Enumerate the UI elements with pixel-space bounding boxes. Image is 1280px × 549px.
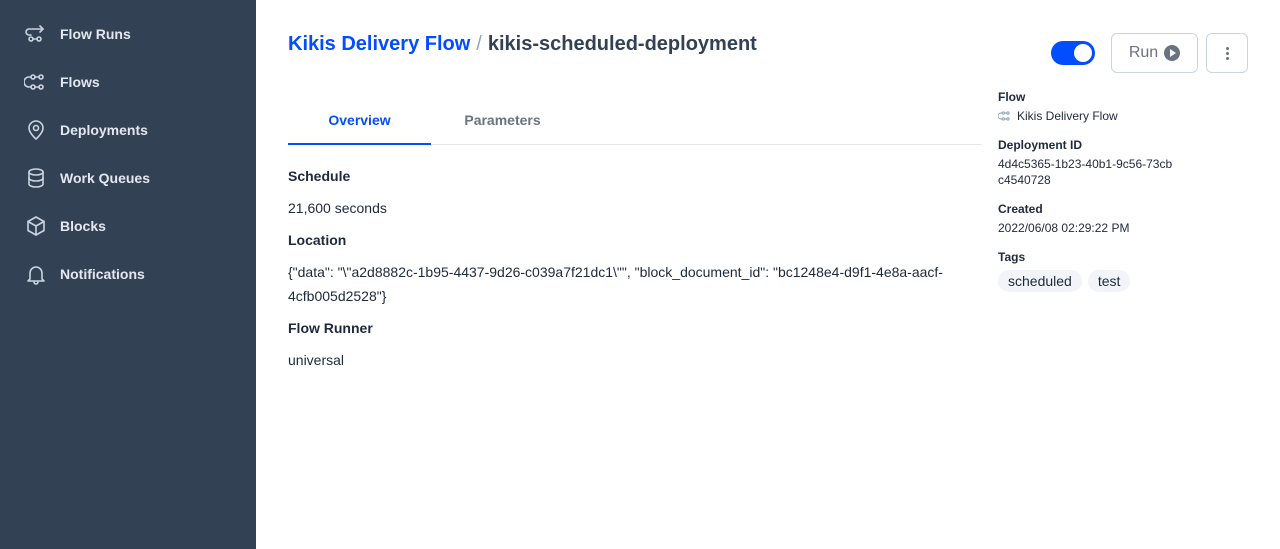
breadcrumb-separator: / — [476, 33, 482, 55]
sidebar-item-label: Notifications — [60, 266, 145, 282]
header-actions: Run — [1051, 33, 1248, 73]
location-value: {"data": "\"a2d8882c-1b95-4437-9d26-c039… — [288, 264, 943, 304]
tag-badge: scheduled — [998, 270, 1082, 292]
run-button-label: Run — [1128, 44, 1159, 61]
sidebar-item-label: Blocks — [60, 218, 106, 234]
flow-runner-label: Flow Runner — [288, 320, 373, 336]
created-value: 2022/06/08 02:29:22 PM — [998, 221, 1130, 235]
sidebar-item-label: Deployments — [60, 122, 148, 138]
sidebar-item-work-queues[interactable]: Work Queues — [0, 154, 256, 202]
breadcrumb-flow-link[interactable]: Kikis Delivery Flow — [288, 33, 470, 55]
deployment-id-value: 4d4c5365-1b23-40b1-9c56-73cbc4540728 — [998, 157, 1173, 187]
sidebar-item-flows[interactable]: Flows — [0, 58, 256, 106]
tabs: Overview Parameters — [288, 95, 982, 145]
toggle-knob — [1074, 44, 1092, 62]
sidebar-item-label: Flow Runs — [60, 26, 131, 42]
tab-overview[interactable]: Overview — [288, 95, 431, 145]
map-pin-icon — [24, 118, 48, 142]
play-icon — [1164, 45, 1181, 61]
more-vertical-icon — [1225, 46, 1229, 60]
sidebar-item-flow-runs[interactable]: Flow Runs — [0, 10, 256, 58]
sidebar-item-blocks[interactable]: Blocks — [0, 202, 256, 250]
flow-link[interactable]: Kikis Delivery Flow — [998, 108, 1218, 124]
run-button[interactable]: Run — [1111, 33, 1198, 73]
flow-label: Flow — [998, 90, 1026, 104]
tags-label: Tags — [998, 250, 1026, 264]
flow-value: Kikis Delivery Flow — [1017, 109, 1118, 123]
overview-panel: Schedule 21,600 seconds Location {"data"… — [288, 164, 982, 380]
bell-icon — [24, 262, 48, 286]
flow-runs-icon — [24, 22, 48, 46]
sidebar-item-deployments[interactable]: Deployments — [0, 106, 256, 154]
deployment-name: kikis-scheduled-deployment — [487, 33, 757, 55]
sidebar-item-label: Flows — [60, 74, 100, 90]
sidebar-item-label: Work Queues — [60, 170, 150, 186]
tag-badge: test — [1087, 270, 1131, 292]
database-icon — [24, 166, 48, 190]
created-label: Created — [998, 202, 1043, 216]
flows-icon — [24, 70, 48, 94]
page-title: Kikis Delivery Flow / kikis-scheduled-depl… — [288, 33, 757, 56]
sidebar-item-notifications[interactable]: Notifications — [0, 250, 256, 298]
schedule-toggle[interactable] — [1051, 41, 1095, 65]
schedule-value: 21,600 seconds — [288, 200, 387, 216]
tags-list: scheduled test — [998, 270, 1218, 292]
deployment-id-label: Deployment ID — [998, 138, 1083, 152]
flow-runner-value: universal — [288, 352, 345, 368]
details-panel: Flow Kikis Delivery Flow Deployment ID 4… — [998, 88, 1218, 292]
more-menu-button[interactable] — [1206, 33, 1248, 73]
cube-icon — [24, 214, 48, 238]
tab-parameters[interactable]: Parameters — [431, 95, 574, 144]
schedule-label: Schedule — [288, 168, 351, 184]
location-label: Location — [288, 232, 347, 248]
sidebar: Flow Runs Flows Deployments Work Queues … — [0, 0, 256, 549]
flows-icon — [998, 111, 1010, 121]
main-content: Kikis Delivery Flow / kikis-scheduled-depl… — [256, 0, 1280, 549]
